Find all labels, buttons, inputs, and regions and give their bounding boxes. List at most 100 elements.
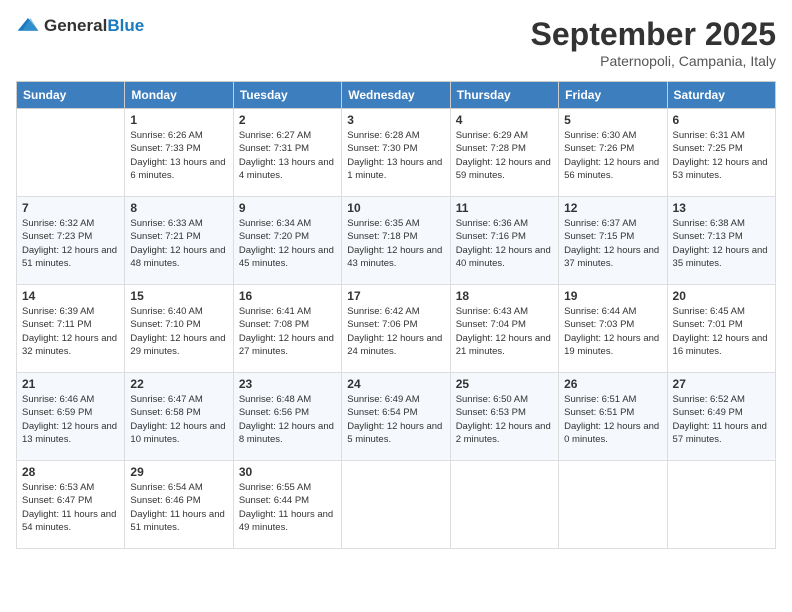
logo-icon (16, 16, 40, 36)
day-info: Sunrise: 6:44 AMSunset: 7:03 PMDaylight:… (564, 305, 661, 358)
day-info: Sunrise: 6:43 AMSunset: 7:04 PMDaylight:… (456, 305, 553, 358)
day-number: 5 (564, 113, 661, 127)
day-header-tuesday: Tuesday (233, 82, 341, 109)
calendar-cell: 9 Sunrise: 6:34 AMSunset: 7:20 PMDaylight… (233, 197, 341, 285)
calendar-cell (559, 461, 667, 549)
calendar-cell: 25 Sunrise: 6:50 AMSunset: 6:53 PMDayligh… (450, 373, 558, 461)
day-info: Sunrise: 6:28 AMSunset: 7:30 PMDaylight:… (347, 129, 444, 182)
calendar-cell: 21 Sunrise: 6:46 AMSunset: 6:59 PMDayligh… (17, 373, 125, 461)
logo: GeneralBlue (16, 16, 144, 36)
day-info: Sunrise: 6:26 AMSunset: 7:33 PMDaylight:… (130, 129, 227, 182)
calendar-cell: 26 Sunrise: 6:51 AMSunset: 6:51 PMDayligh… (559, 373, 667, 461)
calendar-cell: 24 Sunrise: 6:49 AMSunset: 6:54 PMDayligh… (342, 373, 450, 461)
day-header-wednesday: Wednesday (342, 82, 450, 109)
calendar-cell: 19 Sunrise: 6:44 AMSunset: 7:03 PMDayligh… (559, 285, 667, 373)
day-number: 28 (22, 465, 119, 479)
logo-general: General (44, 16, 107, 35)
day-info: Sunrise: 6:54 AMSunset: 6:46 PMDaylight:… (130, 481, 227, 534)
day-info: Sunrise: 6:53 AMSunset: 6:47 PMDaylight:… (22, 481, 119, 534)
day-number: 24 (347, 377, 444, 391)
day-number: 25 (456, 377, 553, 391)
day-number: 6 (673, 113, 770, 127)
day-header-friday: Friday (559, 82, 667, 109)
calendar-cell: 3 Sunrise: 6:28 AMSunset: 7:30 PMDaylight… (342, 109, 450, 197)
calendar-cell: 1 Sunrise: 6:26 AMSunset: 7:33 PMDaylight… (125, 109, 233, 197)
calendar-cell: 27 Sunrise: 6:52 AMSunset: 6:49 PMDayligh… (667, 373, 775, 461)
calendar-cell: 23 Sunrise: 6:48 AMSunset: 6:56 PMDayligh… (233, 373, 341, 461)
day-number: 11 (456, 201, 553, 215)
calendar-cell: 8 Sunrise: 6:33 AMSunset: 7:21 PMDaylight… (125, 197, 233, 285)
calendar-cell: 18 Sunrise: 6:43 AMSunset: 7:04 PMDayligh… (450, 285, 558, 373)
day-info: Sunrise: 6:38 AMSunset: 7:13 PMDaylight:… (673, 217, 770, 270)
day-number: 17 (347, 289, 444, 303)
day-number: 15 (130, 289, 227, 303)
day-number: 4 (456, 113, 553, 127)
day-info: Sunrise: 6:31 AMSunset: 7:25 PMDaylight:… (673, 129, 770, 182)
calendar-cell: 16 Sunrise: 6:41 AMSunset: 7:08 PMDayligh… (233, 285, 341, 373)
day-info: Sunrise: 6:36 AMSunset: 7:16 PMDaylight:… (456, 217, 553, 270)
day-number: 10 (347, 201, 444, 215)
calendar-cell: 20 Sunrise: 6:45 AMSunset: 7:01 PMDayligh… (667, 285, 775, 373)
logo-blue: Blue (107, 16, 144, 35)
day-header-sunday: Sunday (17, 82, 125, 109)
day-info: Sunrise: 6:32 AMSunset: 7:23 PMDaylight:… (22, 217, 119, 270)
day-number: 26 (564, 377, 661, 391)
day-info: Sunrise: 6:33 AMSunset: 7:21 PMDaylight:… (130, 217, 227, 270)
day-number: 13 (673, 201, 770, 215)
day-info: Sunrise: 6:52 AMSunset: 6:49 PMDaylight:… (673, 393, 770, 446)
calendar-cell: 10Sunrise: 6:35 AMSunset: 7:18 PMDayligh… (342, 197, 450, 285)
day-info: Sunrise: 6:27 AMSunset: 7:31 PMDaylight:… (239, 129, 336, 182)
day-info: Sunrise: 6:46 AMSunset: 6:59 PMDaylight:… (22, 393, 119, 446)
day-info: Sunrise: 6:37 AMSunset: 7:15 PMDaylight:… (564, 217, 661, 270)
day-info: Sunrise: 6:48 AMSunset: 6:56 PMDaylight:… (239, 393, 336, 446)
day-number: 8 (130, 201, 227, 215)
calendar-cell: 22Sunrise: 6:47 AMSunset: 6:58 PMDayligh… (125, 373, 233, 461)
day-number: 19 (564, 289, 661, 303)
day-info: Sunrise: 6:30 AMSunset: 7:26 PMDaylight:… (564, 129, 661, 182)
day-number: 14 (22, 289, 119, 303)
calendar-cell (450, 461, 558, 549)
day-number: 21 (22, 377, 119, 391)
location-title: Paternopoli, Campania, Italy (531, 53, 776, 69)
day-header-monday: Monday (125, 82, 233, 109)
calendar-cell (17, 109, 125, 197)
day-info: Sunrise: 6:41 AMSunset: 7:08 PMDaylight:… (239, 305, 336, 358)
calendar-cell: 12 Sunrise: 6:37 AMSunset: 7:15 PMDayligh… (559, 197, 667, 285)
day-number: 27 (673, 377, 770, 391)
day-info: Sunrise: 6:51 AMSunset: 6:51 PMDaylight:… (564, 393, 661, 446)
title-block: September 2025 Paternopoli, Campania, It… (531, 16, 776, 69)
day-info: Sunrise: 6:45 AMSunset: 7:01 PMDaylight:… (673, 305, 770, 358)
day-info: Sunrise: 6:42 AMSunset: 7:06 PMDaylight:… (347, 305, 444, 358)
day-info: Sunrise: 6:40 AMSunset: 7:10 PMDaylight:… (130, 305, 227, 358)
month-title: September 2025 (531, 16, 776, 53)
day-number: 1 (130, 113, 227, 127)
calendar-cell: 4 Sunrise: 6:29 AMSunset: 7:28 PMDaylight… (450, 109, 558, 197)
page-header: GeneralBlue September 2025 Paternopoli, … (16, 16, 776, 69)
calendar-cell: 13 Sunrise: 6:38 AMSunset: 7:13 PMDayligh… (667, 197, 775, 285)
calendar-cell: 7Sunrise: 6:32 AMSunset: 7:23 PMDaylight… (17, 197, 125, 285)
day-number: 16 (239, 289, 336, 303)
day-number: 3 (347, 113, 444, 127)
day-number: 23 (239, 377, 336, 391)
day-info: Sunrise: 6:34 AMSunset: 7:20 PMDaylight:… (239, 217, 336, 270)
calendar-cell: 2Sunrise: 6:27 AMSunset: 7:31 PMDaylight… (233, 109, 341, 197)
day-number: 18 (456, 289, 553, 303)
day-number: 9 (239, 201, 336, 215)
day-info: Sunrise: 6:50 AMSunset: 6:53 PMDaylight:… (456, 393, 553, 446)
calendar-cell: 14Sunrise: 6:39 AMSunset: 7:11 PMDayligh… (17, 285, 125, 373)
calendar-cell: 15 Sunrise: 6:40 AMSunset: 7:10 PMDayligh… (125, 285, 233, 373)
day-header-thursday: Thursday (450, 82, 558, 109)
day-number: 12 (564, 201, 661, 215)
calendar-cell (342, 461, 450, 549)
day-number: 22 (130, 377, 227, 391)
calendar-cell: 28 Sunrise: 6:53 AMSunset: 6:47 PMDayligh… (17, 461, 125, 549)
day-info: Sunrise: 6:49 AMSunset: 6:54 PMDaylight:… (347, 393, 444, 446)
day-number: 30 (239, 465, 336, 479)
calendar-table: SundayMondayTuesdayWednesdayThursdayFrid… (16, 81, 776, 549)
calendar-cell: 30Sunrise: 6:55 AMSunset: 6:44 PMDayligh… (233, 461, 341, 549)
day-number: 20 (673, 289, 770, 303)
day-info: Sunrise: 6:29 AMSunset: 7:28 PMDaylight:… (456, 129, 553, 182)
calendar-cell: 11 Sunrise: 6:36 AMSunset: 7:16 PMDayligh… (450, 197, 558, 285)
calendar-cell: 17 Sunrise: 6:42 AMSunset: 7:06 PMDayligh… (342, 285, 450, 373)
day-number: 29 (130, 465, 227, 479)
